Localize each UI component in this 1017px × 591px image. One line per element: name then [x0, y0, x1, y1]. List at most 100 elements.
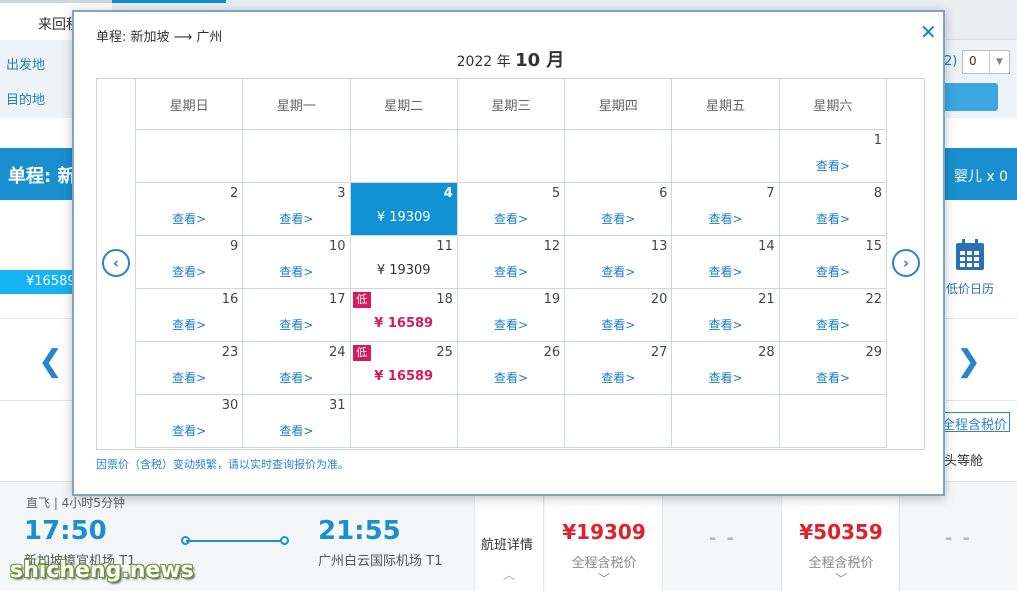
day-number: 13 — [650, 239, 668, 254]
fare-subtitle: 全程含税价 — [571, 556, 637, 571]
day-view-link[interactable]: 查看> — [458, 316, 564, 333]
day-number: 11 — [436, 239, 453, 254]
calendar-day-cell[interactable]: 11 ¥ 19309 — [349, 235, 458, 289]
day-view-link[interactable]: 查看> — [243, 210, 349, 227]
day-view-link[interactable]: 查看> — [243, 316, 349, 333]
calendar-day-cell[interactable]: 29 查看> — [778, 341, 888, 395]
route-line — [186, 540, 284, 542]
day-view-link[interactable]: 查看> — [780, 157, 886, 174]
day-number: 23 — [221, 345, 239, 360]
day-view-link[interactable]: 查看> — [780, 369, 886, 386]
weekday-sun: 星期日 — [134, 78, 244, 130]
calendar-day-cell[interactable]: 30 查看> — [134, 394, 244, 448]
arrival-airport: 广州白云国际机场 T1 — [318, 554, 443, 569]
calendar-day-cell[interactable]: 9 查看> — [134, 235, 244, 289]
prev-month-button[interactable]: ‹ — [102, 249, 130, 277]
day-view-link[interactable]: 查看> — [780, 210, 886, 227]
day-view-link[interactable]: 查看> — [458, 263, 564, 280]
calendar-day-cell[interactable]: 8 查看> — [778, 182, 888, 236]
day-view-link[interactable]: 查看> — [565, 369, 671, 386]
departure-time: 17:50 — [24, 516, 107, 546]
day-view-link[interactable]: 查看> — [243, 369, 349, 386]
flight-details-button[interactable]: 航班详情 ︿ — [474, 482, 544, 591]
calendar-day-cell[interactable]: 4 ¥ 19309 — [349, 182, 458, 236]
day-number: 27 — [650, 345, 668, 360]
calendar-day-cell[interactable]: 3 查看> — [242, 182, 351, 236]
calendar-day-cell[interactable]: 16 查看> — [134, 288, 244, 342]
calendar-day-cell[interactable]: 23 查看> — [134, 341, 244, 395]
search-button[interactable] — [940, 83, 998, 111]
dialog-route: 单程: 新加坡 ⟶ 广州 — [96, 30, 223, 45]
day-view-link[interactable]: 查看> — [672, 263, 778, 280]
calendar-day-cell[interactable]: 21 查看> — [671, 288, 780, 342]
day-view-link[interactable]: 查看> — [672, 316, 778, 333]
calendar-day-cell[interactable]: 5 查看> — [456, 182, 566, 236]
calendar-empty-cell — [671, 394, 780, 448]
calendar-day-cell[interactable]: 22 查看> — [778, 288, 888, 342]
fare-option-unavailable: - - — [664, 482, 782, 591]
day-view-link[interactable]: 查看> — [136, 316, 242, 333]
calendar-day-cell[interactable]: 27 查看> — [564, 341, 673, 395]
calendar-day-cell[interactable]: 19 查看> — [456, 288, 566, 342]
calendar-day-cell[interactable]: 13 查看> — [564, 235, 673, 289]
day-view-link[interactable]: 查看> — [672, 210, 778, 227]
day-view-link[interactable]: 查看> — [458, 210, 564, 227]
tax-inclusive-price-link[interactable]: 全程含税价 — [940, 412, 1010, 432]
day-view-link[interactable]: 查看> — [243, 422, 349, 439]
day-view-link[interactable]: 查看> — [243, 263, 349, 280]
calendar-day-cell[interactable]: 17 查看> — [242, 288, 351, 342]
fare-option-business[interactable]: ¥50359 全程含税价 ﹀ — [782, 482, 900, 591]
calendar-day-cell[interactable]: 24 查看> — [242, 341, 351, 395]
calendar-day-cell[interactable]: 14 查看> — [671, 235, 780, 289]
calendar-day-cell[interactable]: 31 查看> — [242, 394, 351, 448]
day-view-link[interactable]: 查看> — [672, 369, 778, 386]
selected-date-price[interactable]: ¥16589 — [0, 270, 76, 294]
calendar-day-cell[interactable]: 26 查看> — [456, 341, 566, 395]
calendar-day-cell[interactable]: 28 查看> — [671, 341, 780, 395]
prev-date-arrow-icon[interactable]: ❮ — [38, 344, 63, 379]
infant-count-select[interactable]: 0 ▼ — [962, 50, 1010, 74]
day-number: 25 — [436, 345, 453, 360]
day-view-link[interactable]: 查看> — [136, 369, 242, 386]
calendar-day-cell[interactable]: 15 查看> — [778, 235, 888, 289]
calendar-empty-cell — [349, 129, 458, 183]
calendar-week-row: 16 查看> 17 查看> 18 低 ¥ 16589 19 查看> 20 查看> 21 查看> 22 查看> — [134, 288, 888, 342]
day-number: 30 — [221, 398, 239, 413]
fare-option-economy[interactable]: ¥19309 全程含税价 ﹀ — [545, 482, 663, 591]
calendar-day-cell[interactable]: 18 低 ¥ 16589 — [349, 288, 458, 342]
calendar-day-cell[interactable]: 10 查看> — [242, 235, 351, 289]
close-icon[interactable]: ✕ — [920, 20, 937, 44]
day-view-link[interactable]: 查看> — [136, 210, 242, 227]
calendar-empty-cell — [134, 129, 244, 183]
calendar-day-cell[interactable]: 7 查看> — [671, 182, 780, 236]
next-month-button[interactable]: › — [892, 249, 920, 277]
calendar-icon — [956, 239, 984, 270]
next-date-arrow-icon[interactable]: ❯ — [956, 344, 981, 379]
day-view-link[interactable]: 查看> — [458, 369, 564, 386]
calendar-empty-cell — [242, 129, 351, 183]
day-view-link[interactable]: 查看> — [136, 263, 242, 280]
day-view-link[interactable]: 查看> — [565, 210, 671, 227]
day-view-link[interactable]: 查看> — [136, 422, 242, 439]
day-number: 17 — [329, 292, 346, 307]
day-view-link[interactable]: 查看> — [565, 263, 671, 280]
calendar-day-cell[interactable]: 6 查看> — [564, 182, 673, 236]
calendar-day-cell[interactable]: 1 查看> — [778, 129, 888, 183]
calendar-day-cell[interactable]: 2 查看> — [134, 182, 244, 236]
low-price-calendar-button[interactable]: 低价日历 — [942, 238, 998, 297]
calendar-week-row: 1 查看> — [134, 129, 888, 183]
calendar-month-title: 2022 年 10 月 — [74, 46, 947, 72]
day-number: 3 — [337, 186, 346, 201]
day-view-link[interactable]: 查看> — [780, 263, 886, 280]
weekday-thu: 星期四 — [564, 78, 673, 130]
banner-title: 单程: 新 — [8, 166, 76, 187]
calendar-empty-cell — [564, 394, 673, 448]
day-view-link[interactable]: 查看> — [565, 316, 671, 333]
calendar-day-cell[interactable]: 20 查看> — [564, 288, 673, 342]
day-view-link[interactable]: 查看> — [780, 316, 886, 333]
day-number: 1 — [873, 133, 882, 148]
day-price: ¥ 16589 — [374, 369, 434, 384]
calendar-day-cell[interactable]: 12 查看> — [456, 235, 566, 289]
calendar-day-cell[interactable]: 25 低 ¥ 16589 — [349, 341, 458, 395]
day-number: 5 — [551, 186, 561, 201]
